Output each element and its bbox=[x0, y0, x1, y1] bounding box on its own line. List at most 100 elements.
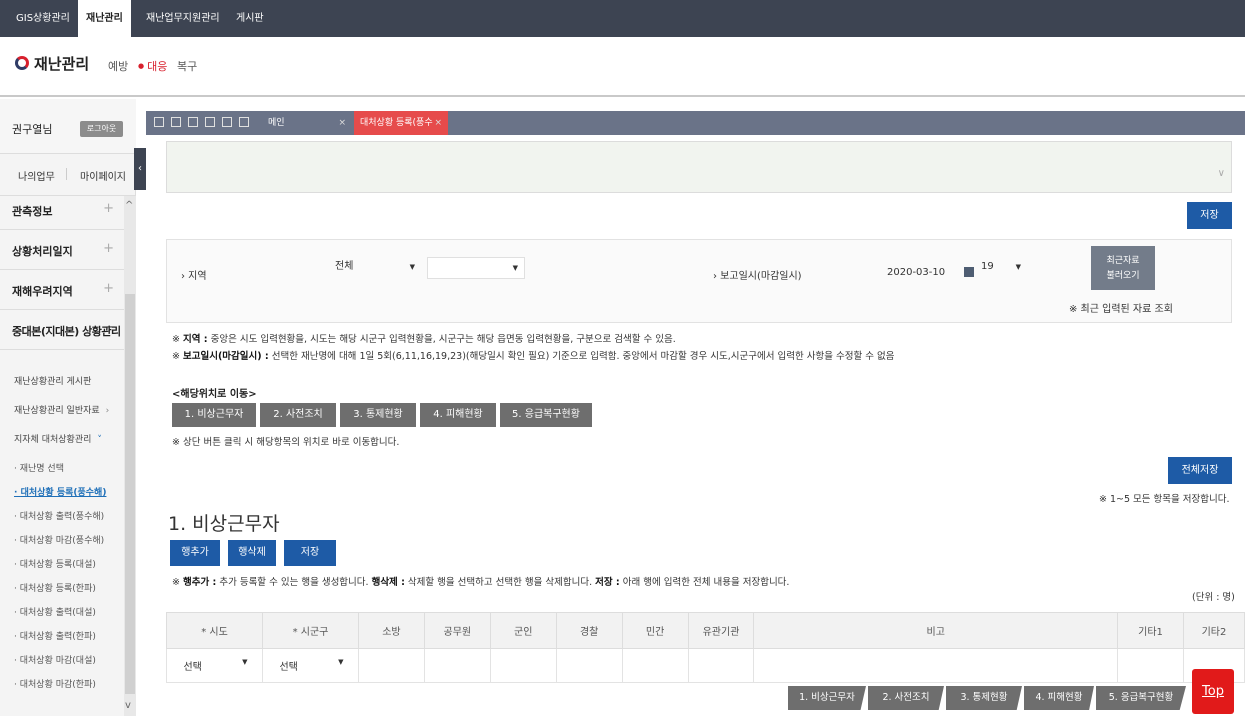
section-label: 관측정보 bbox=[12, 205, 53, 218]
col-official: 공무원 bbox=[423, 612, 491, 649]
float-damage-button[interactable]: 4. 피해현황 bbox=[1024, 686, 1094, 710]
remarks-input[interactable] bbox=[753, 648, 1119, 683]
load-recent-button[interactable]: 최근자료 불러오기 bbox=[1091, 246, 1155, 290]
sidebar-leaf[interactable]: · 대처상황 출력(풍수해) bbox=[14, 509, 104, 522]
etc1-input[interactable] bbox=[1117, 648, 1184, 683]
scroll-top-button[interactable]: Top bbox=[1192, 669, 1234, 714]
row-save-button[interactable]: 저장 bbox=[284, 540, 336, 566]
float-emergency-staff-button[interactable]: 1. 비상근무자 bbox=[788, 686, 866, 710]
sub-label: 재난상황관리 게시판 bbox=[14, 377, 92, 387]
caret-down-icon: ▼ bbox=[1015, 263, 1021, 271]
tab-bar: 메인 × 대처상황 등록(풍수 × bbox=[146, 111, 1245, 135]
close-icon[interactable]: × bbox=[338, 111, 346, 135]
sidebar-section-risk-area[interactable]: 재해우려지역 + bbox=[0, 270, 124, 310]
sidebar-sub-local[interactable]: 지자체 대처상황관리 ˅ bbox=[14, 432, 102, 445]
sidebar-section-hq-situation[interactable]: 중대본(지대본) 상황관리 − bbox=[0, 310, 124, 350]
chevron-down-icon[interactable]: v bbox=[125, 700, 131, 711]
subnav-recovery[interactable]: 복구 bbox=[177, 58, 197, 74]
topnav-board[interactable]: 게시판 bbox=[228, 0, 272, 37]
col-sigungu: * 시군구 bbox=[261, 612, 359, 649]
layout-horizontal-icon[interactable] bbox=[188, 117, 198, 127]
sidebar-leaf[interactable]: · 대처상황 출력(대설) bbox=[14, 605, 96, 618]
sigungu-select[interactable]: 선택 ▼ bbox=[261, 648, 359, 683]
logout-button[interactable]: 로그아웃 bbox=[80, 121, 123, 137]
sidebar-collapse-button[interactable]: ‹ bbox=[134, 148, 146, 190]
sidebar-section-observation[interactable]: 관측정보 + bbox=[0, 190, 124, 230]
sidebar-leaf[interactable]: · 대처상황 마감(한파) bbox=[14, 677, 96, 690]
minus-icon: − bbox=[105, 320, 116, 335]
report-time-help-note: ※ 보고일시(마감일시) : 선택한 재난명에 대해 1일 5회(6,11,16… bbox=[172, 351, 895, 362]
float-precaution-button[interactable]: 2. 사전조치 bbox=[868, 686, 944, 710]
report-hour-select[interactable]: 19 ▼ bbox=[977, 257, 1027, 279]
chevron-right-icon: › bbox=[105, 406, 110, 416]
fullscreen-icon[interactable] bbox=[239, 117, 249, 127]
close-icon[interactable]: × bbox=[434, 111, 442, 135]
military-input[interactable] bbox=[489, 648, 557, 683]
sidebar-scrollbar[interactable]: ^ v bbox=[124, 196, 136, 716]
related-agency-input[interactable] bbox=[687, 648, 755, 683]
sub-label: 재난상황관리 일반자료 bbox=[14, 406, 100, 416]
float-control-button[interactable]: 3. 통제현황 bbox=[946, 686, 1022, 710]
police-input[interactable] bbox=[555, 648, 623, 683]
jump-title: <해당위치로 이동> bbox=[172, 389, 257, 400]
jump-recovery-button[interactable]: 5. 응급복구현황 bbox=[500, 403, 592, 427]
sidebar-leaf[interactable]: · 대처상황 마감(풍수해) bbox=[14, 533, 104, 546]
float-recovery-button[interactable]: 5. 응급복구현황 bbox=[1096, 686, 1186, 710]
chevron-up-icon[interactable]: ^ bbox=[125, 200, 133, 211]
subnav-response[interactable]: 대응 bbox=[138, 58, 167, 74]
topnav-support[interactable]: 재난업무지원관리 bbox=[138, 0, 228, 37]
window-icon[interactable] bbox=[222, 117, 232, 127]
caret-down-icon: ▼ bbox=[512, 264, 518, 272]
tab-main[interactable]: 메인 × bbox=[262, 111, 352, 135]
my-page-link[interactable]: 마이페이지 bbox=[80, 168, 126, 183]
jump-control-button[interactable]: 3. 통제현황 bbox=[340, 403, 416, 427]
tab-response-register[interactable]: 대처상황 등록(풍수 × bbox=[354, 111, 448, 135]
scroll-thumb[interactable] bbox=[125, 294, 135, 694]
layout-split-icon[interactable] bbox=[171, 117, 181, 127]
save-button[interactable]: 저장 bbox=[1187, 202, 1232, 229]
jump-emergency-staff-button[interactable]: 1. 비상근무자 bbox=[172, 403, 256, 427]
sidebar-leaf[interactable]: · 대처상황 등록(대설) bbox=[14, 557, 96, 570]
layout-grid-icon[interactable] bbox=[205, 117, 215, 127]
report-time-label: › 보고일시(마감일시) bbox=[713, 271, 802, 282]
save-all-button[interactable]: 전체저장 bbox=[1168, 457, 1232, 484]
add-row-button[interactable]: 행추가 bbox=[170, 540, 220, 566]
my-work-link[interactable]: 나의업무 bbox=[18, 168, 55, 183]
row-action-help: ※ 행추가 : 추가 등록할 수 있는 행을 생성합니다. 행삭제 : 삭제할 … bbox=[172, 577, 790, 588]
sidebar-section-situation-log[interactable]: 상황처리일지 + bbox=[0, 230, 124, 270]
report-date-input[interactable]: 2020-03-10 bbox=[887, 262, 957, 284]
col-police: 경찰 bbox=[555, 612, 623, 649]
sidebar: 권구열님 로그아웃 나의업무 마이페이지 관측정보 + 상황처리일지 + 재해우려지… bbox=[0, 99, 136, 716]
region-select[interactable]: 전체 ▼ bbox=[331, 257, 421, 279]
sidebar-leaf[interactable]: · 대처상황 출력(한파) bbox=[14, 629, 96, 642]
sidebar-leaf-active[interactable]: · 대처상황 등록(풍수해) bbox=[14, 485, 106, 498]
jump-damage-button[interactable]: 4. 피해현황 bbox=[420, 403, 496, 427]
region-label: › 지역 bbox=[181, 271, 207, 282]
delete-row-button[interactable]: 행삭제 bbox=[228, 540, 276, 566]
topnav-disaster-mgmt[interactable]: 재난관리 bbox=[78, 0, 131, 37]
sido-select[interactable]: 선택 ▼ bbox=[166, 648, 263, 683]
topnav-gis[interactable]: GIS상황관리 bbox=[8, 0, 78, 37]
calendar-icon[interactable] bbox=[964, 267, 974, 277]
sidebar-leaf[interactable]: · 대처상황 등록(한파) bbox=[14, 581, 96, 594]
jump-note: ※ 상단 버튼 클릭 시 해당항목의 위치로 바로 이동합니다. bbox=[172, 437, 400, 448]
region-sub-select[interactable]: ▼ bbox=[427, 257, 525, 279]
sidebar-leaf[interactable]: · 대처상황 마감(대설) bbox=[14, 653, 96, 666]
col-etc1: 기타1 bbox=[1117, 612, 1184, 649]
layout-single-icon[interactable] bbox=[154, 117, 164, 127]
disaster-summary-textarea[interactable]: ∨ bbox=[166, 141, 1232, 193]
sidebar-leaf[interactable]: · 재난명 선택 bbox=[14, 461, 64, 474]
chevron-down-icon: ∨ bbox=[1217, 168, 1225, 179]
sidebar-sub-general[interactable]: 재난상황관리 일반자료 › bbox=[14, 403, 109, 416]
sidebar-sub-board[interactable]: 재난상황관리 게시판 bbox=[14, 374, 91, 387]
official-input[interactable] bbox=[423, 648, 491, 683]
sub-label: 지자체 대처상황관리 bbox=[14, 435, 92, 445]
divider bbox=[66, 168, 67, 180]
civilian-input[interactable] bbox=[621, 648, 689, 683]
subnav-prevention[interactable]: 예방 bbox=[108, 58, 128, 74]
recent-data-note: ※ 최근 입력된 자료 조회 bbox=[1069, 304, 1173, 315]
fire-input[interactable] bbox=[357, 648, 425, 683]
page-title: 재난관리 bbox=[34, 55, 90, 73]
caret-down-icon: ▼ bbox=[409, 263, 415, 271]
jump-precaution-button[interactable]: 2. 사전조치 bbox=[260, 403, 336, 427]
